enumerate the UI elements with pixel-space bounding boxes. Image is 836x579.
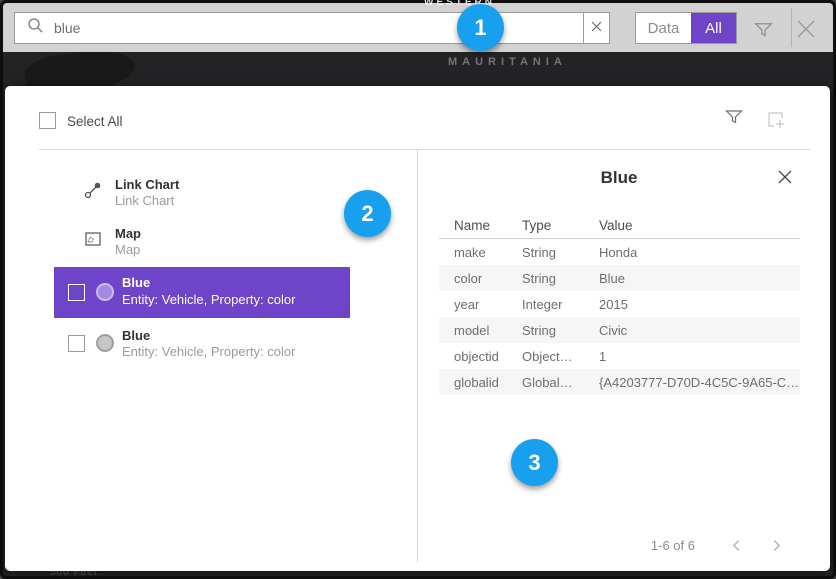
panel-filter-button[interactable] <box>724 107 744 132</box>
table-row: year Integer 2015 <box>439 291 800 317</box>
result-title: Map <box>115 226 141 241</box>
map-label-mauritania: MAURITANIA <box>448 56 567 68</box>
result-subtitle: Entity: Vehicle, Property: color <box>122 292 295 307</box>
filter-icon <box>724 107 744 127</box>
column-header-type: Type <box>522 218 551 233</box>
scope-data-button[interactable]: Data <box>636 13 691 43</box>
screen: WESTERN MAURITANIA 500 Feet Data All <box>0 0 836 579</box>
cell-type: Object… <box>522 349 599 364</box>
cell-type: String <box>522 245 599 260</box>
add-card-button[interactable] <box>765 109 787 136</box>
map-icon <box>84 230 102 253</box>
close-icon <box>794 17 818 41</box>
search-toolbar: Data All <box>3 3 833 52</box>
detail-title: Blue <box>439 168 799 188</box>
entity-node-icon <box>96 334 114 352</box>
search-scope-toggle: Data All <box>635 12 737 44</box>
callout-1: 1 <box>457 4 504 51</box>
search-results-panel: Select All Link Chart Link Chart Map Map <box>5 86 830 571</box>
cell-value: 2015 <box>599 297 800 312</box>
callout-2: 2 <box>344 190 391 237</box>
cell-name: model <box>454 323 522 338</box>
cell-name: color <box>454 271 522 286</box>
table-row: make String Honda <box>439 239 800 265</box>
cell-value: Honda <box>599 245 800 260</box>
chevron-left-icon <box>729 538 744 553</box>
detail-close-button[interactable] <box>777 169 793 190</box>
pagination-next-button[interactable] <box>769 538 784 558</box>
result-checkbox[interactable] <box>68 284 85 301</box>
add-card-icon <box>765 109 787 131</box>
cell-name: make <box>454 245 522 260</box>
table-row: globalid Global… {A4203777-D70D-4C5C-9A6… <box>439 369 800 395</box>
cell-type: Integer <box>522 297 599 312</box>
result-title: Blue <box>122 275 150 290</box>
select-all-checkbox[interactable] <box>39 112 56 129</box>
result-subtitle: Link Chart <box>115 193 174 208</box>
clear-icon <box>591 19 602 37</box>
close-icon <box>777 169 793 185</box>
result-title: Blue <box>122 328 150 343</box>
table-row: objectid Object… 1 <box>439 343 800 369</box>
toolbar-filter-button[interactable] <box>753 19 774 45</box>
toolbar-divider <box>791 8 792 47</box>
header-divider <box>39 149 810 150</box>
pagination-label: 1-6 of 6 <box>565 538 695 553</box>
cell-type: String <box>522 271 599 286</box>
cell-name: year <box>454 297 522 312</box>
cell-value: 1 <box>599 349 800 364</box>
result-item-blue-selected[interactable]: Blue Entity: Vehicle, Property: color <box>54 267 350 318</box>
result-item-map[interactable]: Map Map <box>5 221 350 265</box>
callout-3: 3 <box>511 439 558 486</box>
cell-value: Blue <box>599 271 800 286</box>
cell-name: objectid <box>454 349 522 364</box>
search-icon <box>27 17 44 39</box>
chevron-right-icon <box>769 538 784 553</box>
entity-node-icon <box>96 283 114 301</box>
cell-type: String <box>522 323 599 338</box>
scope-all-button[interactable]: All <box>691 13 736 43</box>
result-item-blue[interactable]: Blue Entity: Vehicle, Property: color <box>54 322 350 370</box>
clear-search-button[interactable] <box>583 13 609 43</box>
column-header-value: Value <box>599 218 633 233</box>
cell-value: Civic <box>599 323 800 338</box>
result-title: Link Chart <box>115 177 179 192</box>
result-item-link-chart[interactable]: Link Chart Link Chart <box>5 172 350 216</box>
cell-type: Global… <box>522 375 599 390</box>
table-row: model String Civic <box>439 317 800 343</box>
result-checkbox[interactable] <box>68 335 85 352</box>
filter-icon <box>753 19 774 40</box>
cell-name: globalid <box>454 375 522 390</box>
cell-value: {A4203777-D70D-4C5C-9A65-C… <box>599 375 800 390</box>
toolbar-close-button[interactable] <box>794 17 818 46</box>
pagination-prev-button[interactable] <box>729 538 744 558</box>
result-subtitle: Entity: Vehicle, Property: color <box>122 344 295 359</box>
select-all-label[interactable]: Select All <box>67 114 123 129</box>
result-subtitle: Map <box>115 242 140 257</box>
search-box[interactable] <box>14 12 610 44</box>
table-row: color String Blue <box>439 265 800 291</box>
column-header-name: Name <box>454 218 490 233</box>
link-chart-icon <box>84 181 102 204</box>
list-detail-divider <box>417 150 418 562</box>
